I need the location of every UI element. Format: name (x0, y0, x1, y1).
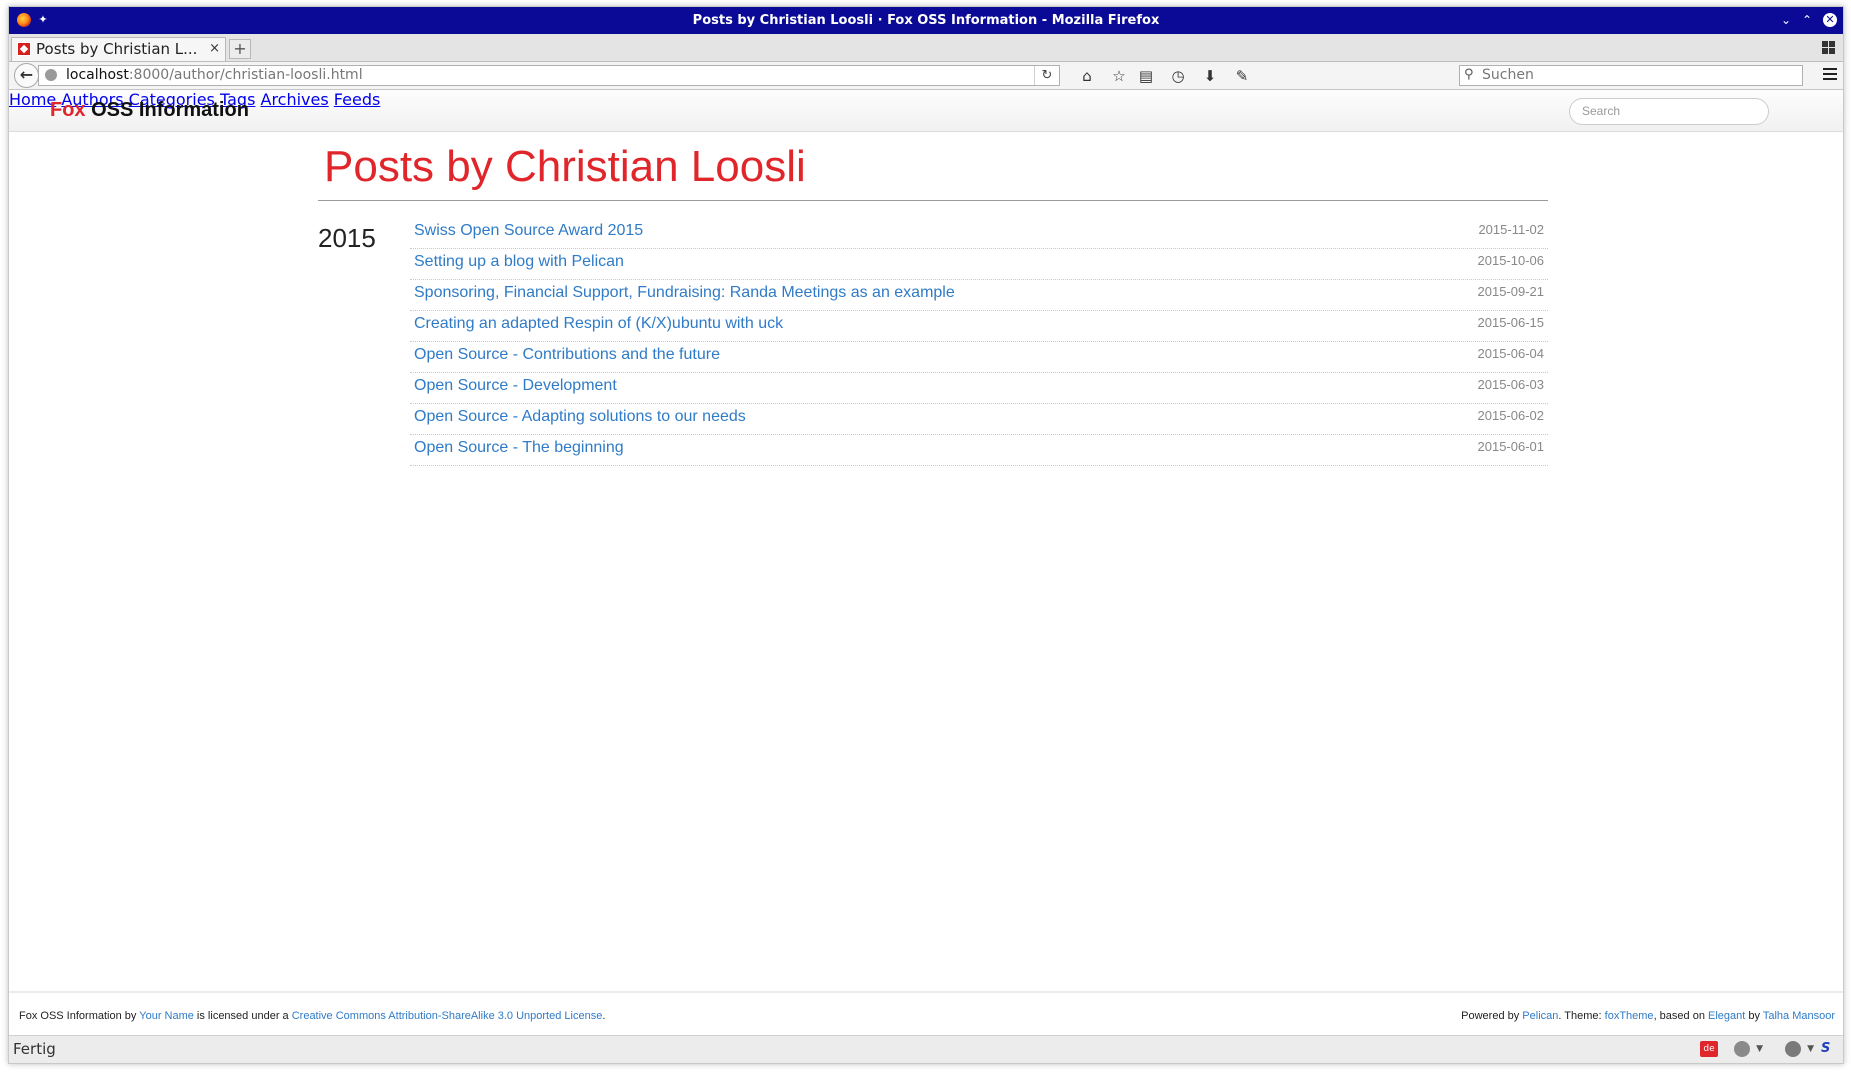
footer-elegant-link[interactable]: Elegant (1708, 1010, 1745, 1022)
tab-label: Posts by Christian L... (36, 40, 198, 58)
dropdown-arrow-icon[interactable]: ▼ (1807, 1041, 1814, 1057)
web-page: Fox OSS Information Home Authors Categor… (9, 90, 1843, 1036)
site-favicon-icon (17, 42, 31, 56)
list-item: Open Source - Development 2015-06-03 (410, 374, 1548, 404)
browser-search-placeholder: Suchen (1482, 67, 1534, 83)
list-item: Setting up a blog with Pelican 2015-10-0… (410, 250, 1548, 280)
dropdown-arrow-icon[interactable]: ▼ (1756, 1041, 1763, 1057)
footer-pelican-link[interactable]: Pelican (1522, 1010, 1558, 1022)
new-tab-button[interactable]: + (229, 39, 251, 59)
post-link[interactable]: Open Source - Contributions and the futu… (414, 346, 720, 364)
addon-s-icon[interactable]: S (1821, 1041, 1837, 1057)
footer-license-link[interactable]: Creative Commons Attribution-ShareAlike … (292, 1010, 603, 1022)
window-title: Posts by Christian Loosli · Fox OSS Info… (692, 13, 1160, 28)
wrench-icon[interactable]: ✎ (1232, 66, 1252, 86)
post-list: Swiss Open Source Award 2015 2015-11-02 … (410, 219, 1548, 467)
site-search-input[interactable]: Search (1569, 98, 1769, 125)
list-item: Creating an adapted Respin of (K/X)ubunt… (410, 312, 1548, 342)
post-date: 2015-06-15 (1477, 315, 1545, 330)
post-date: 2015-11-02 (1478, 222, 1544, 237)
reading-list-icon[interactable]: ▤ (1136, 66, 1156, 86)
minimize-icon[interactable]: ⌄ (1777, 11, 1795, 29)
site-footer: Fox OSS Information by Your Name is lice… (9, 991, 1843, 1036)
url-text[interactable]: localhost:8000/author/christian-loosli.h… (66, 67, 363, 83)
post-link[interactable]: Creating an adapted Respin of (K/X)ubunt… (414, 315, 783, 333)
menu-icon[interactable] (1823, 68, 1837, 81)
browser-window: ✦ Posts by Christian Loosli · Fox OSS In… (8, 6, 1844, 1064)
list-item: Open Source - Contributions and the futu… (410, 343, 1548, 373)
status-bar: Fertig de ▼ ▼ S (9, 1035, 1843, 1063)
history-icon[interactable]: ◷ (1168, 66, 1188, 86)
post-date: 2015-06-01 (1477, 439, 1545, 454)
post-link[interactable]: Open Source - Development (414, 377, 617, 395)
url-bar[interactable]: localhost:8000/author/christian-loosli.h… (38, 65, 1060, 86)
list-item: Open Source - Adapting solutions to our … (410, 405, 1548, 435)
post-link[interactable]: Open Source - The beginning (414, 439, 624, 457)
nav-feeds[interactable]: Feeds (334, 90, 381, 109)
globe-icon[interactable] (45, 69, 57, 81)
footer-credits: Powered by Pelican. Theme: foxTheme, bas… (1461, 1010, 1835, 1022)
nav-archives[interactable]: Archives (261, 90, 329, 109)
tab-groups-icon[interactable] (1822, 41, 1835, 54)
back-arrow-icon[interactable]: ← (14, 63, 39, 88)
site-brand[interactable]: Fox OSS Information (50, 99, 249, 122)
post-date: 2015-06-03 (1477, 377, 1545, 392)
post-date: 2015-06-02 (1477, 408, 1545, 423)
list-item: Sponsoring, Financial Support, Fundraisi… (410, 281, 1548, 311)
year-heading: 2015 (318, 223, 376, 253)
bookmark-star-icon[interactable]: ☆ (1109, 66, 1129, 86)
download-icon[interactable]: ⬇ (1200, 66, 1220, 86)
navigation-toolbar: localhost:8000/author/christian-loosli.h… (9, 62, 1843, 90)
main-content: Posts by Christian Loosli 2015 Swiss Ope… (318, 140, 1548, 466)
tab-active[interactable]: Posts by Christian L... × (11, 37, 226, 61)
site-navbar: Fox OSS Information Home Authors Categor… (9, 90, 1843, 132)
addon-globe-icon[interactable] (1734, 1041, 1750, 1057)
post-date: 2015-06-04 (1477, 346, 1545, 361)
list-item: Swiss Open Source Award 2015 2015-11-02 (410, 219, 1548, 249)
tab-close-icon[interactable]: × (209, 41, 220, 56)
status-text: Fertig (13, 1040, 56, 1058)
browser-search-bar[interactable]: ⚲ Suchen (1459, 65, 1803, 86)
post-link[interactable]: Setting up a blog with Pelican (414, 253, 624, 271)
home-icon[interactable]: ⌂ (1077, 66, 1097, 86)
maximize-icon[interactable]: ⌃ (1798, 11, 1816, 29)
search-icon: ⚲ (1464, 67, 1474, 82)
post-date: 2015-09-21 (1477, 284, 1545, 299)
proxy-globe-icon[interactable] (1785, 1041, 1801, 1057)
list-item: Open Source - The beginning 2015-06-01 (410, 436, 1548, 466)
title-bar: ✦ Posts by Christian Loosli · Fox OSS In… (9, 7, 1843, 34)
page-title: Posts by Christian Loosli (324, 142, 806, 191)
post-link[interactable]: Swiss Open Source Award 2015 (414, 222, 643, 240)
tab-strip: Posts by Christian L... × + (9, 34, 1843, 62)
post-link[interactable]: Open Source - Adapting solutions to our … (414, 408, 746, 426)
title-divider (318, 200, 1548, 201)
footer-foxtheme-link[interactable]: foxTheme (1605, 1010, 1654, 1022)
footer-author-link[interactable]: Your Name (139, 1010, 194, 1022)
footer-license: Fox OSS Information by Your Name is lice… (19, 1010, 606, 1022)
language-badge-icon[interactable]: de (1700, 1041, 1718, 1057)
footer-theme-author-link[interactable]: Talha Mansoor (1763, 1010, 1835, 1022)
close-window-icon[interactable]: ✕ (1823, 13, 1837, 27)
post-date: 2015-10-06 (1477, 253, 1545, 268)
reload-icon[interactable]: ↻ (1034, 66, 1059, 85)
post-link[interactable]: Sponsoring, Financial Support, Fundraisi… (414, 284, 955, 302)
